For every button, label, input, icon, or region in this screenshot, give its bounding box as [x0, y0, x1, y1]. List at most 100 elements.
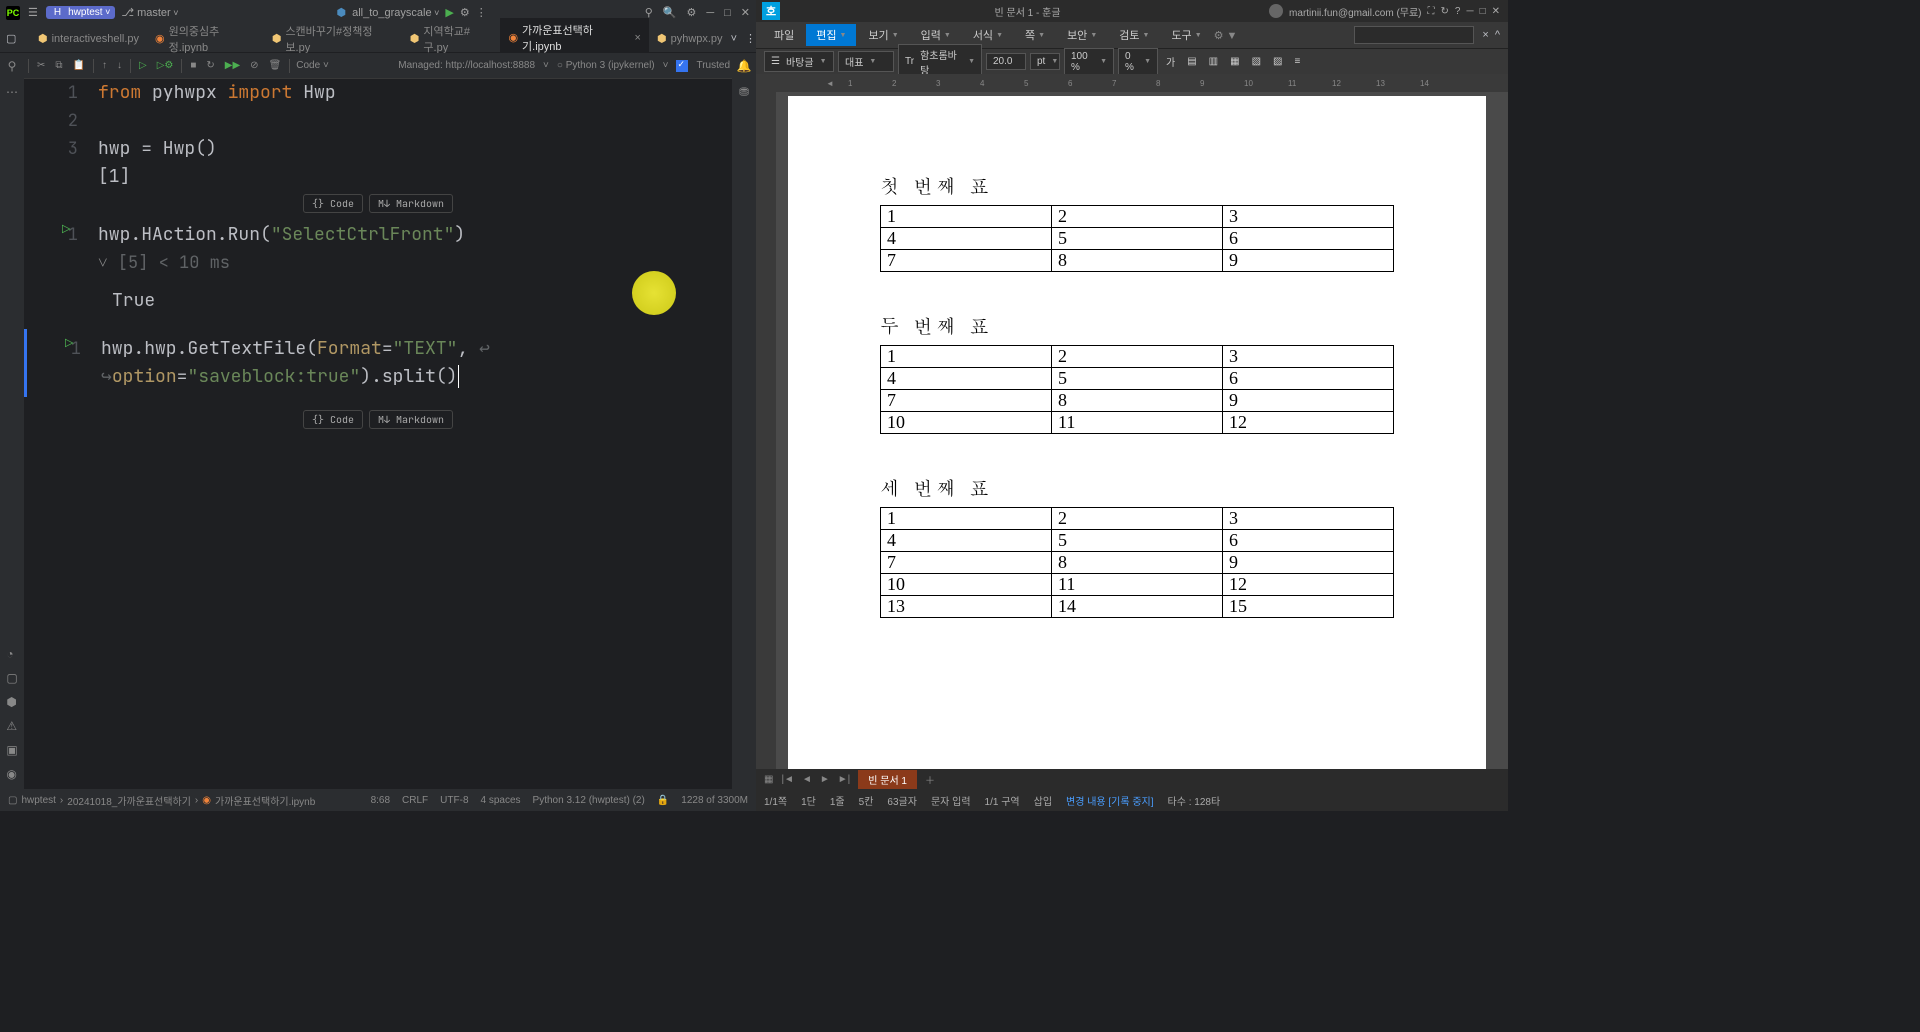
table-2[interactable]: 123 456 789 101112 [880, 345, 1394, 434]
maximize-icon[interactable]: □ [724, 7, 731, 19]
align-dist-button[interactable]: ▨ [1269, 54, 1286, 69]
services-icon[interactable]: ▣ [6, 743, 17, 757]
hamburger-icon[interactable]: ☰ [28, 6, 38, 19]
code-cell-3[interactable]: ▷ 1 hwp.hwp.GetTextFile(Format="TEXT", ↩… [24, 329, 732, 397]
zoom-selector[interactable]: 100 %▼ [1064, 48, 1114, 76]
menu-page[interactable]: 쪽▼ [1015, 24, 1055, 46]
cell-type-selector[interactable]: Code ˅ [296, 60, 329, 71]
menu-tools[interactable]: 도구▼ [1161, 24, 1211, 46]
project-tool-icon[interactable]: ▢ [6, 32, 16, 45]
status-input-mode[interactable]: 문자 입력 [931, 793, 971, 808]
code-text[interactable]: hwp.HAction.Run("SelectCtrlFront") ˅ [5]… [94, 221, 732, 277]
clear-button[interactable]: 🗑 [267, 60, 284, 71]
database-icon[interactable]: ⛃ [739, 85, 749, 99]
minimize-icon[interactable]: ─ [1466, 6, 1473, 17]
menu-review[interactable]: 검토▼ [1109, 24, 1159, 46]
status-page[interactable]: 1/1쪽 [764, 793, 787, 808]
move-up-button[interactable]: ↑ [100, 60, 109, 71]
code-cell-1[interactable]: 1 2 3 from pyhwpx import Hwp hwp = Hwp()… [24, 79, 732, 191]
document-tab[interactable]: 빈 문서 1 [858, 770, 917, 789]
status-track-changes[interactable]: 변경 내용 [기록 중지] [1066, 793, 1154, 808]
code-text[interactable]: from pyhwpx import Hwp hwp = Hwp() [1] [94, 79, 732, 191]
run-debug-button[interactable]: ▷⚙ [155, 60, 176, 71]
table-1[interactable]: 123 456 789 [880, 205, 1394, 272]
font-size-input[interactable]: 20.0 [986, 53, 1026, 70]
terminal-icon[interactable]: ▢ [6, 671, 17, 685]
format-more-icon[interactable]: ≡ [1290, 54, 1304, 69]
run-button[interactable]: ▶ [445, 6, 453, 19]
run-cell-icon[interactable]: ▷ [62, 221, 70, 239]
notifications-icon[interactable]: 🔔 [737, 59, 752, 73]
extra-selector[interactable]: 0 %▼ [1118, 48, 1158, 76]
close-icon[interactable]: ✕ [741, 6, 750, 19]
add-markdown-cell-button[interactable]: M↓ Markdown [369, 410, 453, 429]
debug-button[interactable]: ⚙ [460, 6, 470, 19]
add-code-cell-button[interactable]: {} Code [303, 194, 363, 213]
run-cell-icon[interactable]: ▷ [65, 335, 73, 353]
project-selector[interactable]: Hhwptest [46, 6, 115, 19]
vertical-ruler[interactable] [756, 92, 776, 769]
font-unit[interactable]: pt▼ [1030, 53, 1060, 70]
code-cell-2[interactable]: ▷ 1 hwp.HAction.Run("SelectCtrlFront") ˅… [24, 215, 732, 283]
bold-button[interactable]: 가 [1162, 52, 1179, 71]
table-3[interactable]: 123 456 789 101112 131415 [880, 507, 1394, 618]
kernel-indicator[interactable]: ○ Python 3 (ipykernel) [557, 60, 655, 71]
user-email[interactable]: martinii.fun@gmail.com (무료) [1289, 4, 1421, 19]
minimize-icon[interactable]: ─ [706, 7, 714, 19]
todo-icon[interactable]: ◉ [6, 767, 17, 781]
tab-first-icon[interactable]: |◄ [781, 774, 794, 785]
menu-file[interactable]: 파일 [764, 24, 804, 46]
add-doc-tab-button[interactable]: ＋ [925, 772, 935, 787]
add-markdown-cell-button[interactable]: M↓ Markdown [369, 194, 453, 213]
notebook-editor[interactable]: ✓ 1 2 3 from pyhwpx import Hwp hwp = Hwp… [24, 79, 732, 789]
menu-search-input[interactable] [1354, 26, 1474, 44]
tab-more-icon[interactable]: ⋮ [745, 32, 756, 45]
python-console-icon[interactable]: ⬢ [6, 695, 17, 709]
run-config-selector[interactable]: all_to_grayscale [352, 7, 439, 19]
code-text[interactable]: hwp.hwp.GetTextFile(Format="TEXT", ↩ ↪op… [97, 335, 732, 391]
interpreter[interactable]: Python 3.12 (hwptest) (2) [533, 795, 645, 806]
trusted-checkbox[interactable] [676, 60, 688, 72]
search-icon[interactable]: 🔍 [663, 6, 677, 19]
git-icon[interactable]: ◔ [6, 647, 17, 661]
menu-close-icon[interactable]: × [1482, 29, 1488, 41]
settings-icon[interactable]: ⚙ [686, 6, 696, 19]
add-code-cell-button[interactable]: {} Code [303, 410, 363, 429]
menu-edit[interactable]: 편집▼ [806, 24, 856, 46]
tab-next-icon[interactable]: ► [820, 774, 830, 785]
align-center-button[interactable]: ▥ [1205, 54, 1222, 69]
document-workspace[interactable]: 첫 번째 표 123 456 789 두 번째 표 123 456 789 10… [756, 92, 1508, 769]
interrupt-button[interactable]: ⊘ [248, 60, 260, 71]
memory-indicator[interactable]: 1228 of 3300M [681, 795, 748, 806]
run-cell-button[interactable]: ▷ [137, 60, 149, 71]
tab-pyhwpx[interactable]: ⬢pyhwpx.py [649, 28, 731, 49]
restart-button[interactable]: ↻ [204, 60, 216, 71]
structure-icon[interactable]: ⚲ [8, 59, 17, 73]
align-justify-button[interactable]: ▧ [1248, 54, 1265, 69]
lock-icon[interactable]: 🔒 [657, 795, 669, 806]
parastyle-selector[interactable]: 대표▼ [838, 51, 894, 72]
cut-button[interactable]: ✂ [35, 60, 47, 71]
user-avatar-icon[interactable] [1269, 4, 1283, 18]
align-right-button[interactable]: ▦ [1226, 54, 1243, 69]
problems-icon[interactable]: ⚠ [6, 719, 17, 733]
line-separator[interactable]: CRLF [402, 795, 428, 806]
copy-button[interactable]: ⧉ [53, 60, 64, 71]
align-left-button[interactable]: ▤ [1183, 54, 1200, 69]
tab-last-icon[interactable]: ►| [838, 774, 851, 785]
more-actions-icon[interactable]: ⋮ [476, 6, 487, 19]
branch-selector[interactable]: ⎇ master [121, 6, 178, 19]
maximize-icon[interactable]: □ [1480, 6, 1486, 17]
server-indicator[interactable]: Managed: http://localhost:8888 [398, 60, 535, 71]
menu-collapse-icon[interactable]: ^ [1495, 29, 1500, 41]
refresh-icon[interactable]: ↻ [1441, 6, 1449, 17]
more-tools-icon[interactable]: ⋯ [6, 85, 18, 99]
document-page[interactable]: 첫 번째 표 123 456 789 두 번째 표 123 456 789 10… [788, 96, 1486, 769]
stop-button[interactable]: ■ [188, 60, 198, 71]
menu-security[interactable]: 보안▼ [1057, 24, 1107, 46]
menu-extra-icon[interactable]: ⚙ ▼ [1214, 29, 1238, 42]
style-selector[interactable]: ☰바탕글▼ [764, 51, 834, 72]
close-tab-icon[interactable]: × [635, 32, 641, 44]
breadcrumb[interactable]: ▢ hwptest › 20241018_가까운표선택하기 › ◉ 가까운표선택… [8, 793, 315, 808]
close-icon[interactable]: ✕ [1492, 6, 1500, 17]
